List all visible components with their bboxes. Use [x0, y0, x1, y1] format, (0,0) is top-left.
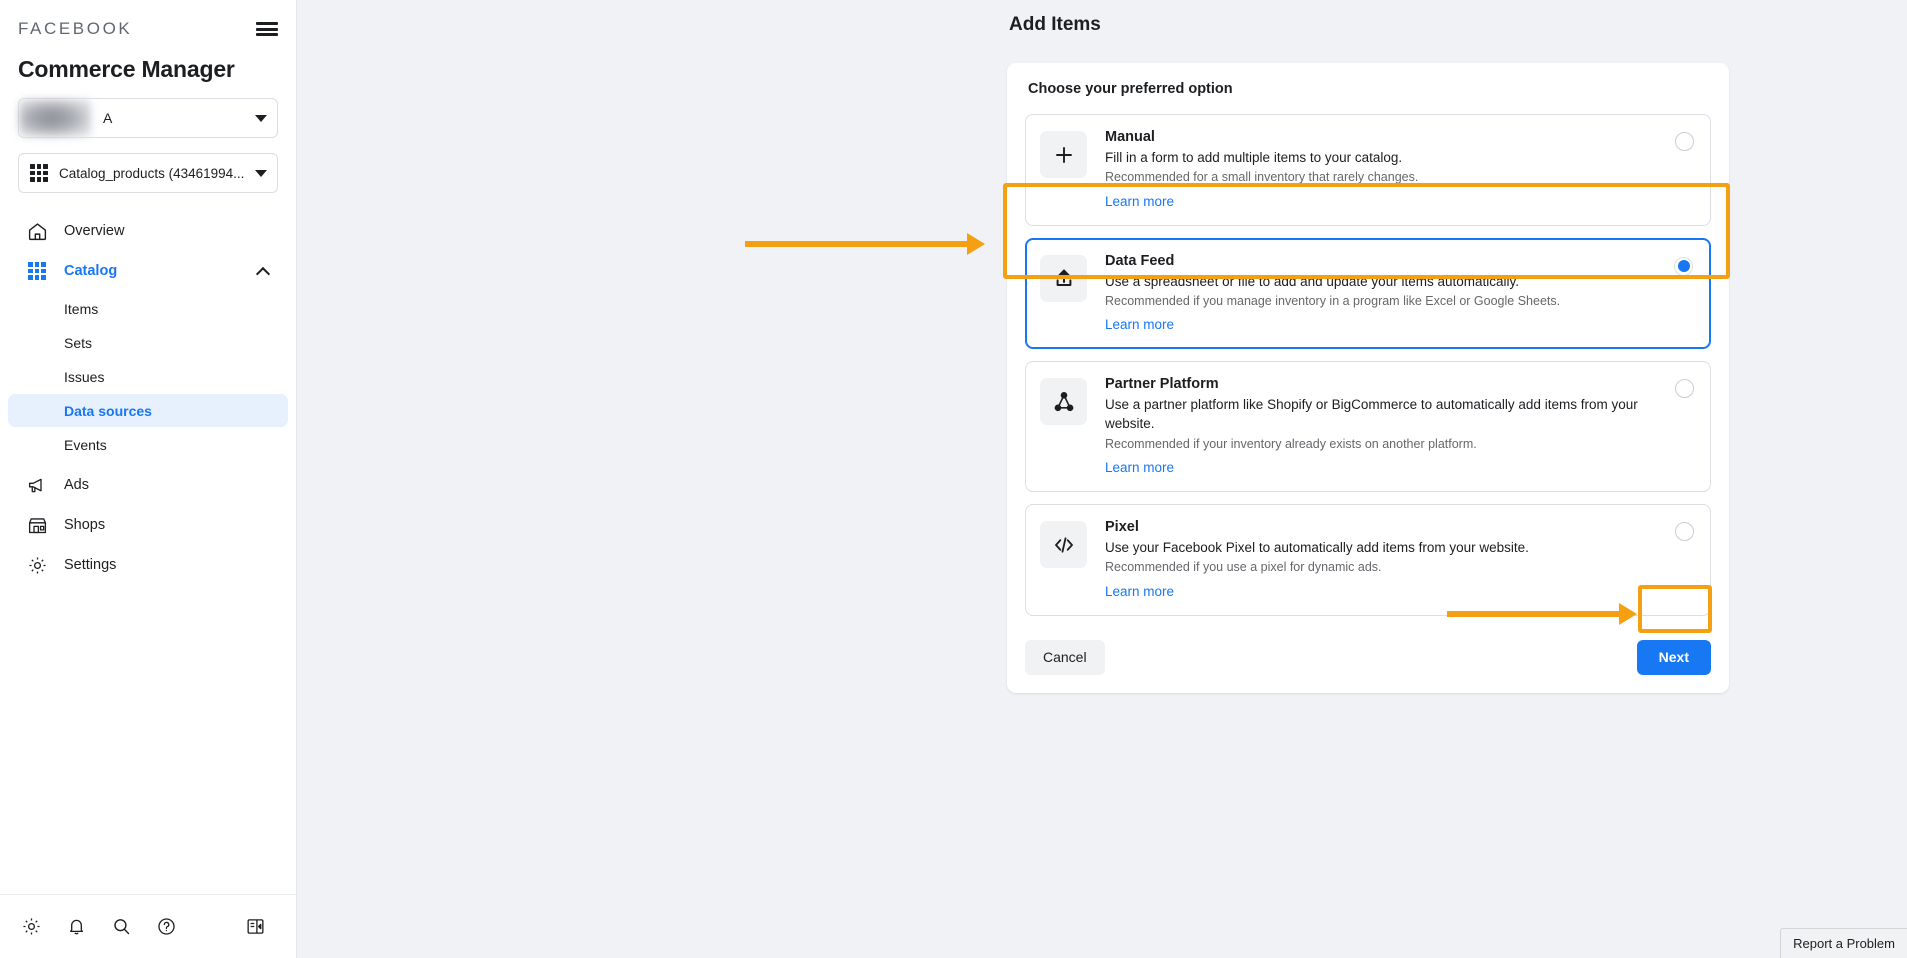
option-description: Use a partner platform like Shopify or B… — [1105, 397, 1638, 432]
bell-icon[interactable] — [59, 910, 93, 944]
next-button[interactable]: Next — [1636, 639, 1711, 675]
option-card-data-feed[interactable]: Data Feed Use a spreadsheet or file to a… — [1025, 237, 1711, 350]
learn-more-link[interactable]: Learn more — [1105, 584, 1174, 599]
option-card-manual[interactable]: Manual Fill in a form to add multiple it… — [1025, 114, 1711, 226]
option-title: Data Feed — [1105, 252, 1175, 269]
sidebar-nav: Overview Catalog Items Sets Issues Data … — [0, 211, 296, 585]
sidebar-item-label: Settings — [64, 557, 117, 573]
sidebar-item-items[interactable]: Items — [8, 292, 288, 325]
option-body: Partner Platform Use a partner platform … — [1105, 376, 1694, 477]
sidebar: FACEBOOK Commerce Manager A Catalog_prod… — [0, 0, 297, 958]
option-description: Use a spreadsheet or file to add and upd… — [1105, 273, 1519, 289]
catalog-name: Catalog_products (43461994... — [59, 165, 245, 181]
main-content: Add Items Choose your preferred option M… — [297, 0, 1907, 958]
help-icon[interactable] — [149, 910, 183, 944]
learn-more-link[interactable]: Learn more — [1105, 460, 1174, 475]
catalog-selector[interactable]: Catalog_products (43461994... — [18, 153, 278, 193]
option-body: Manual Fill in a form to add multiple it… — [1105, 129, 1694, 211]
add-items-panel: Choose your preferred option Manual Fill… — [1007, 63, 1729, 693]
sidebar-item-shops[interactable]: Shops — [8, 505, 288, 545]
sidebar-subitem-label: Data sources — [64, 402, 152, 419]
option-card-pixel[interactable]: Pixel Use your Facebook Pixel to automat… — [1025, 504, 1711, 616]
sidebar-top: FACEBOOK Commerce Manager A Catalog_prod… — [0, 0, 296, 193]
report-problem-button[interactable]: Report a Problem — [1780, 928, 1907, 958]
page-app-title: Commerce Manager — [18, 56, 235, 82]
facebook-logo: FACEBOOK — [18, 19, 133, 38]
sidebar-item-catalog[interactable]: Catalog — [8, 251, 288, 291]
cancel-button[interactable]: Cancel — [1025, 639, 1105, 675]
gear-icon — [26, 554, 48, 576]
option-title: Pixel — [1105, 519, 1139, 536]
option-title: Manual — [1105, 129, 1155, 145]
avatar — [19, 99, 91, 137]
chevron-down-icon — [255, 169, 267, 177]
sidebar-item-issues[interactable]: Issues — [8, 360, 288, 393]
sidebar-item-sets[interactable]: Sets — [8, 326, 288, 359]
app-root: FACEBOOK Commerce Manager A Catalog_prod… — [0, 0, 1907, 958]
megaphone-icon — [26, 474, 48, 496]
home-icon — [26, 220, 48, 242]
sidebar-subitem-label: Issues — [64, 368, 105, 385]
sidebar-item-events[interactable]: Events — [8, 428, 288, 461]
collapse-panel-icon[interactable] — [238, 910, 272, 944]
grid-icon — [30, 164, 48, 182]
sidebar-bottom-toolbar — [0, 894, 297, 958]
option-radio-pixel[interactable] — [1675, 522, 1694, 542]
sidebar-item-label: Overview — [64, 223, 125, 239]
option-recommendation: Recommended for a small inventory that r… — [1105, 170, 1419, 185]
panel-footer: Cancel Next — [1025, 628, 1711, 693]
chevron-down-icon — [255, 114, 267, 122]
sidebar-brand-row: FACEBOOK — [18, 12, 278, 46]
sidebar-item-label: Ads — [64, 477, 89, 493]
account-name: A — [103, 110, 113, 126]
option-body: Pixel Use your Facebook Pixel to automat… — [1105, 519, 1694, 601]
account-selector[interactable]: A — [18, 98, 278, 138]
sidebar-item-overview[interactable]: Overview — [8, 211, 288, 251]
option-recommendation: Recommended if your inventory already ex… — [1105, 436, 1477, 451]
storefront-icon — [26, 514, 48, 536]
sidebar-item-ads[interactable]: Ads — [8, 465, 288, 505]
plus-icon — [1040, 131, 1087, 178]
option-recommendation: Recommended if you use a pixel for dynam… — [1105, 560, 1382, 575]
sidebar-subitem-label: Sets — [64, 334, 93, 351]
learn-more-link[interactable]: Learn more — [1105, 317, 1174, 332]
panel-heading: Choose your preferred option — [1028, 81, 1233, 97]
sidebar-item-label: Shops — [64, 517, 106, 533]
hamburger-icon[interactable] — [256, 20, 278, 38]
search-icon[interactable] — [104, 910, 138, 944]
option-radio-manual[interactable] — [1675, 132, 1694, 151]
option-recommendation: Recommended if you manage inventory in a… — [1105, 293, 1561, 308]
option-title: Partner Platform — [1105, 376, 1219, 393]
code-brackets-icon — [1040, 521, 1087, 569]
gear-icon[interactable] — [14, 910, 48, 944]
option-card-partner-platform[interactable]: Partner Platform Use a partner platform … — [1025, 361, 1711, 493]
sidebar-subitem-label: Events — [64, 436, 107, 453]
sidebar-item-data-sources[interactable]: Data sources — [8, 394, 288, 427]
option-body: Data Feed Use a spreadsheet or file to a… — [1105, 253, 1694, 335]
option-description: Use your Facebook Pixel to automatically… — [1105, 540, 1529, 556]
sidebar-item-label: Catalog — [64, 263, 118, 279]
upload-icon — [1040, 254, 1087, 302]
option-radio-data-feed[interactable] — [1674, 256, 1693, 276]
grid-icon — [26, 260, 48, 282]
learn-more-link[interactable]: Learn more — [1105, 194, 1174, 209]
sidebar-subitem-label: Items — [64, 300, 99, 317]
network-nodes-icon — [1040, 378, 1087, 426]
page-title: Add Items — [1009, 14, 1101, 35]
chevron-up-icon[interactable] — [257, 265, 270, 278]
option-description: Fill in a form to add multiple items to … — [1105, 150, 1403, 165]
sidebar-item-settings[interactable]: Settings — [8, 545, 288, 585]
